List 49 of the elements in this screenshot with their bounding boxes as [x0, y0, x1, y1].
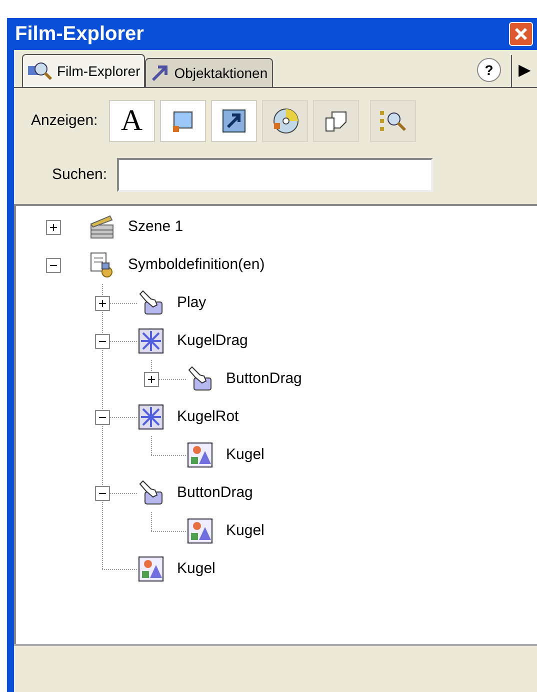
close-icon	[514, 27, 528, 41]
collapse-toggle[interactable]	[95, 486, 110, 500]
movieclip-icon	[137, 327, 165, 355]
clapperboard-icon	[88, 213, 116, 241]
collapse-toggle[interactable]	[46, 258, 61, 272]
expand-toggle[interactable]	[144, 372, 159, 386]
tree-item[interactable]: ButtonDrag	[177, 482, 253, 504]
filter-toggle[interactable]	[262, 100, 308, 142]
tree-item[interactable]: Play	[177, 292, 206, 314]
filter-toggle[interactable]	[312, 100, 359, 142]
tab[interactable]: Objektaktionen	[145, 58, 273, 87]
graphic-icon	[137, 555, 165, 583]
graphic-icon	[186, 517, 214, 545]
hand-pointer-icon	[186, 365, 214, 393]
close-button[interactable]	[509, 22, 533, 46]
disc-icon	[270, 107, 299, 135]
show-label: Anzeigen:	[31, 110, 98, 131]
help-button[interactable]: ?	[477, 58, 501, 82]
plus-icon	[98, 298, 107, 308]
expand-toggle[interactable]	[95, 296, 110, 310]
filter-toggle[interactable]	[370, 100, 416, 142]
graphic-icon	[186, 441, 214, 469]
plus-icon	[49, 222, 58, 232]
movieclip-icon	[137, 403, 165, 431]
arrow-square-icon	[220, 108, 247, 134]
tree-item[interactable]: Szene 1	[128, 216, 184, 238]
hand-pointer-icon	[137, 289, 165, 317]
search-field[interactable]	[117, 158, 434, 192]
menu-button[interactable]: ▶	[511, 55, 537, 87]
tree-item[interactable]: KugelDrag	[177, 330, 248, 352]
tab[interactable]: Film-Explorer	[22, 54, 146, 87]
filter-toggle[interactable]	[160, 100, 206, 142]
tree-item[interactable]: Kugel	[177, 558, 216, 580]
tree-item[interactable]: Kugel	[226, 444, 264, 466]
tree-item[interactable]: ButtonDrag	[226, 368, 302, 390]
magnifier-icon	[27, 61, 55, 81]
plus-icon	[147, 374, 156, 384]
tree-item[interactable]: KugelRot	[177, 406, 239, 428]
collapse-toggle[interactable]	[95, 334, 110, 348]
search-label: Suchen:	[52, 164, 108, 185]
filter-toggle[interactable]: A	[108, 100, 155, 142]
collapse-toggle[interactable]	[95, 410, 110, 424]
list-search-icon	[378, 108, 408, 134]
expand-toggle[interactable]	[46, 220, 61, 234]
hand-pointer-icon	[137, 479, 165, 507]
window-title: Film-Explorer	[15, 22, 144, 47]
filter-toggle[interactable]	[210, 100, 257, 142]
tree-item[interactable]: Kugel	[226, 520, 264, 542]
tree-item[interactable]: Symboldefinition(en)	[128, 254, 265, 276]
